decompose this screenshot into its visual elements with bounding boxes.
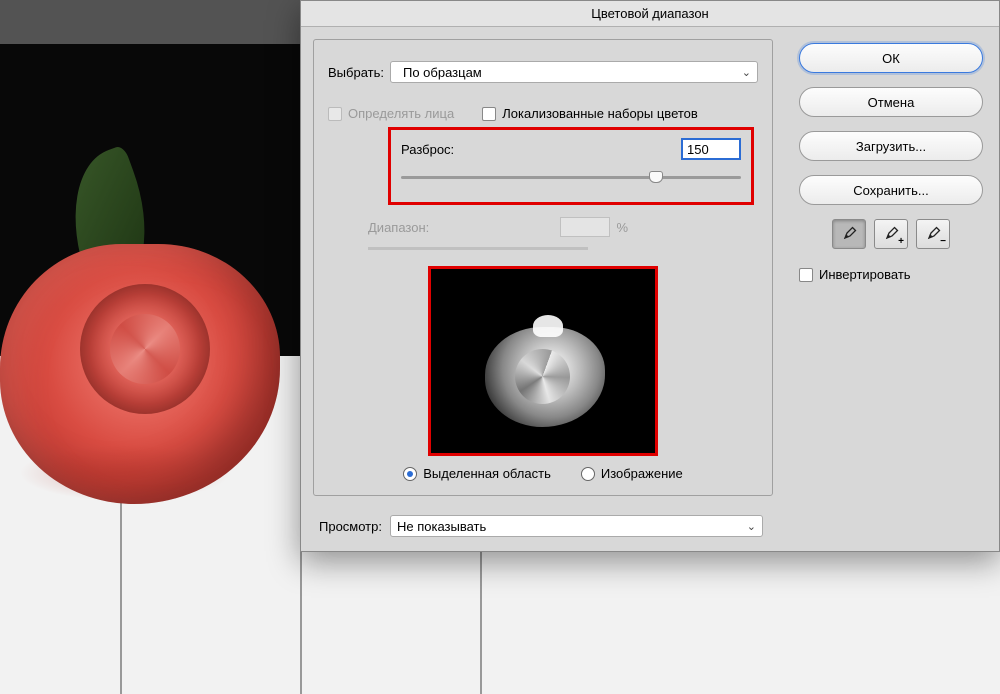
radio-image-label: Изображение xyxy=(601,466,683,481)
preview-label: Просмотр: xyxy=(319,519,382,534)
chevron-down-icon: ⌄ xyxy=(747,520,756,533)
localized-colors-label: Локализованные наборы цветов xyxy=(502,106,698,121)
radio-icon xyxy=(403,467,417,481)
preview-dropdown[interactable]: Не показывать ⌄ xyxy=(390,515,763,537)
localized-colors-checkbox[interactable]: Локализованные наборы цветов xyxy=(482,106,698,121)
slider-thumb-icon[interactable] xyxy=(649,171,663,183)
color-range-dialog: Цветовой диапазон Выбрать: По образцам ⌄ xyxy=(300,0,1000,552)
fuzziness-slider[interactable] xyxy=(401,170,741,186)
load-button[interactable]: Загрузить... xyxy=(799,131,983,161)
eyedropper-subtract-tool[interactable]: − xyxy=(916,219,950,249)
chevron-down-icon: ⌄ xyxy=(742,66,751,79)
checkbox-icon xyxy=(328,107,342,121)
radio-selection[interactable]: Выделенная область xyxy=(403,466,551,481)
save-button[interactable]: Сохранить... xyxy=(799,175,983,205)
plus-icon: + xyxy=(898,236,904,247)
selection-preview[interactable] xyxy=(428,266,658,456)
main-group: Выбрать: По образцам ⌄ Определять лица xyxy=(313,39,773,496)
radio-icon xyxy=(581,467,595,481)
select-value: По образцам xyxy=(403,65,482,80)
preview-value: Не показывать xyxy=(397,519,486,534)
select-dropdown[interactable]: По образцам ⌄ xyxy=(390,61,758,83)
checkbox-icon xyxy=(482,107,496,121)
invert-label: Инвертировать xyxy=(819,267,911,282)
detect-faces-checkbox: Определять лица xyxy=(328,106,454,121)
range-input xyxy=(560,217,610,237)
invert-checkbox[interactable]: Инвертировать xyxy=(799,267,983,282)
fuzziness-input[interactable] xyxy=(681,138,741,160)
eyedropper-add-tool[interactable]: + xyxy=(874,219,908,249)
select-label: Выбрать: xyxy=(328,65,390,80)
eyedropper-tool[interactable] xyxy=(832,219,866,249)
ok-button[interactable]: ОК xyxy=(799,43,983,73)
radio-image[interactable]: Изображение xyxy=(581,466,683,481)
checkbox-icon xyxy=(799,268,813,282)
minus-icon: − xyxy=(940,236,946,247)
range-label: Диапазон: xyxy=(368,220,429,235)
radio-selection-label: Выделенная область xyxy=(423,466,551,481)
fuzziness-highlight: Разброс: xyxy=(388,127,754,205)
fuzziness-label: Разброс: xyxy=(401,142,454,157)
dialog-title[interactable]: Цветовой диапазон xyxy=(301,1,999,27)
range-unit: % xyxy=(616,220,628,235)
detect-faces-label: Определять лица xyxy=(348,106,454,121)
cancel-button[interactable]: Отмена xyxy=(799,87,983,117)
range-slider xyxy=(368,247,588,250)
